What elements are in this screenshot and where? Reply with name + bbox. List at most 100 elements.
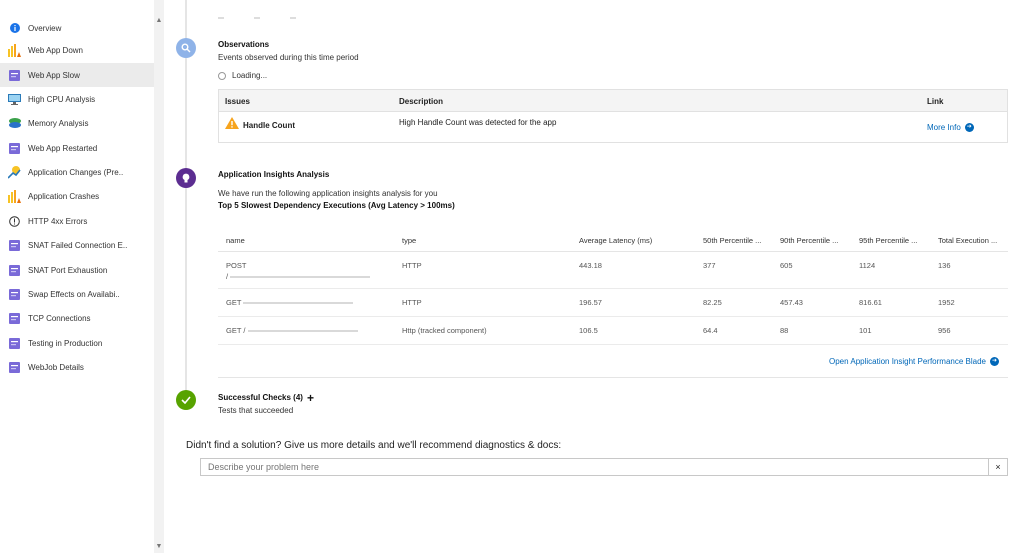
dependency-path-text: / xyxy=(226,272,229,281)
dependency-type: HTTP xyxy=(402,261,422,270)
sidebar-item-label: Testing in Production xyxy=(28,338,103,348)
loading-text: Loading... xyxy=(232,71,268,80)
bar-chart-warning-icon xyxy=(8,189,21,203)
p90-value: 88 xyxy=(780,326,789,335)
sidebar-item-testing-in-production[interactable]: Testing in Production xyxy=(0,331,154,355)
redacted-text xyxy=(243,302,354,305)
p95-value: 816.61 xyxy=(859,298,882,307)
sidebar-item-tcp-connections[interactable]: TCP Connections xyxy=(0,306,154,330)
observations-title: Observations xyxy=(218,40,270,49)
sidebar: Overview Web App Down Web App Slow High … xyxy=(0,0,154,553)
warning-icon xyxy=(225,117,239,131)
successful-checks-toggle[interactable]: Successful Checks (4) + xyxy=(218,392,314,404)
lightbulb-icon xyxy=(176,168,196,188)
sidebar-item-overview[interactable]: Overview xyxy=(0,16,154,40)
sidebar-item-snat-failed[interactable]: SNAT Failed Connection E.. xyxy=(0,233,154,257)
search-icon xyxy=(176,38,196,58)
dependency-path: / xyxy=(226,272,371,281)
app-blade-icon xyxy=(8,337,21,350)
sidebar-item-http-4xx[interactable]: HTTP 4xx Errors xyxy=(0,209,154,233)
p50-value: 377 xyxy=(703,261,716,270)
app-blade-icon xyxy=(8,239,21,252)
column-header-issues: Issues xyxy=(225,97,250,106)
issue-name: Handle Count xyxy=(243,121,295,130)
bar-chart-warning-icon xyxy=(8,43,21,57)
avg-latency: 443.18 xyxy=(579,261,602,270)
column-header-name: name xyxy=(226,236,245,245)
dependency-table: name type Average Latency (ms) 50th Perc… xyxy=(218,228,1008,345)
table-row: GET / Http (tracked component) 106.5 64.… xyxy=(218,317,1008,345)
sidebar-item-label: Application Changes (Pre.. xyxy=(28,167,124,177)
column-header-avg-latency: Average Latency (ms) xyxy=(579,236,653,245)
dependency-type: Http (tracked component) xyxy=(402,326,487,335)
column-header-type: type xyxy=(402,236,417,245)
loading-indicator: Loading... xyxy=(218,71,267,80)
spinner-icon xyxy=(218,71,226,80)
dependency-name: GET xyxy=(226,298,354,307)
p95-value: 101 xyxy=(859,326,872,335)
divider xyxy=(218,377,1008,378)
feedback-prompt: Didn't find a solution? Give us more det… xyxy=(186,440,562,451)
sidebar-item-label: WebJob Details xyxy=(28,362,84,372)
dependency-name: POST xyxy=(226,261,247,270)
app-blade-icon xyxy=(8,312,21,325)
sidebar-item-label: Application Crashes xyxy=(28,191,100,201)
expand-plus-icon[interactable]: + xyxy=(307,392,314,404)
p50-value: 64.4 xyxy=(703,326,718,335)
app-blade-icon xyxy=(8,361,21,374)
insights-subtitle: We have run the following application in… xyxy=(218,189,438,198)
problem-description-input[interactable] xyxy=(200,458,1008,476)
column-header-p50: 50th Percentile ... xyxy=(703,236,762,245)
sidebar-item-label: SNAT Port Exhaustion xyxy=(28,265,108,275)
sidebar-item-label: High CPU Analysis xyxy=(28,94,96,104)
sidebar-item-label: Web App Restarted xyxy=(28,143,98,153)
sidebar-item-snat-port[interactable]: SNAT Port Exhaustion xyxy=(0,258,154,282)
sidebar-item-web-app-restarted[interactable]: Web App Restarted xyxy=(0,136,154,160)
scroll-down-arrow-icon[interactable]: ▼ xyxy=(154,542,164,552)
dependency-section-title: Top 5 Slowest Dependency Executions (Avg… xyxy=(218,201,455,210)
app-blade-icon xyxy=(8,264,21,277)
column-header-p90: 90th Percentile ... xyxy=(780,236,839,245)
sidebar-item-web-app-slow[interactable]: Web App Slow xyxy=(0,63,154,87)
sidebar-scrollbar[interactable]: ▲ ▼ xyxy=(154,0,164,553)
dependency-table-header: name type Average Latency (ms) 50th Perc… xyxy=(218,228,1008,252)
sidebar-item-web-app-down[interactable]: Web App Down xyxy=(0,38,154,62)
avg-latency: 196.57 xyxy=(579,298,602,307)
sidebar-item-label: Web App Down xyxy=(28,45,83,55)
table-row: GET HTTP 196.57 82.25 457.43 816.61 1952 xyxy=(218,289,1008,317)
sidebar-item-label: SNAT Failed Connection E.. xyxy=(28,240,128,250)
arrow-right-circle-icon: ➜ xyxy=(989,357,999,367)
issues-table-header: Issues Description Link xyxy=(219,90,1007,112)
arrow-right-circle-icon: ➜ xyxy=(964,123,974,133)
column-header-description: Description xyxy=(399,97,444,106)
p90-value: 605 xyxy=(780,261,793,270)
open-performance-blade-link[interactable]: Open Application Insight Performance Bla… xyxy=(829,357,999,367)
sidebar-item-application-changes[interactable]: Application Changes (Pre.. xyxy=(0,160,154,184)
app-blade-icon xyxy=(8,69,21,82)
column-header-p95: 95th Percentile ... xyxy=(859,236,918,245)
app-blade-icon xyxy=(8,288,21,301)
total-execution: 1952 xyxy=(938,298,955,307)
scroll-up-arrow-icon[interactable]: ▲ xyxy=(154,16,164,26)
sidebar-item-application-crashes[interactable]: Application Crashes xyxy=(0,184,154,208)
total-execution: 956 xyxy=(938,326,951,335)
sidebar-item-label: TCP Connections xyxy=(28,313,91,323)
timeline-line xyxy=(185,0,187,400)
more-info-link[interactable]: More Info ➜ xyxy=(927,123,974,133)
table-row: POST / HTTP 443.18 377 605 1124 136 xyxy=(218,252,1008,289)
clear-input-button[interactable]: × xyxy=(988,458,1008,476)
table-row: Handle Count High Handle Count was detec… xyxy=(219,112,1007,142)
sidebar-item-webjob-details[interactable]: WebJob Details xyxy=(0,355,154,379)
sidebar-item-swap-effects[interactable]: Swap Effects on Availabi.. xyxy=(0,282,154,306)
dependency-name-text: GET / xyxy=(226,326,246,335)
open-blade-label: Open Application Insight Performance Bla… xyxy=(829,357,986,366)
successful-checks-subtitle: Tests that succeeded xyxy=(218,406,294,415)
issues-table: Issues Description Link Handle Count Hig… xyxy=(218,89,1008,143)
alert-circle-icon xyxy=(8,215,21,228)
sidebar-item-high-cpu[interactable]: High CPU Analysis xyxy=(0,87,154,111)
sidebar-item-label: Memory Analysis xyxy=(28,118,89,128)
change-analysis-icon xyxy=(8,165,21,179)
sidebar-item-memory-analysis[interactable]: Memory Analysis xyxy=(0,111,154,135)
total-execution: 136 xyxy=(938,261,951,270)
p50-value: 82.25 xyxy=(703,298,722,307)
